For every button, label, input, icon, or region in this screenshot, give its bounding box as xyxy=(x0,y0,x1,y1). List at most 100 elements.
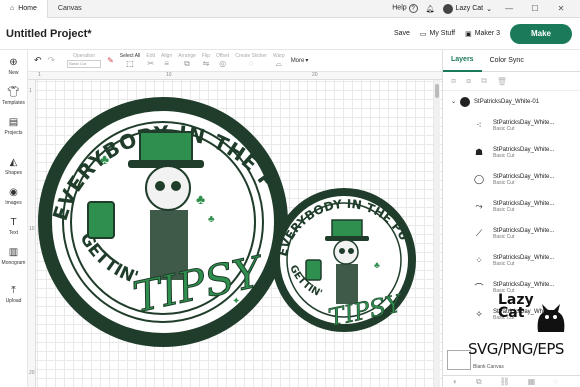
beer-mug xyxy=(87,201,115,239)
contour-icon[interactable]: ◌ xyxy=(553,377,558,386)
home-icon: ⌂ xyxy=(10,5,15,12)
help-icon: ? xyxy=(408,4,418,13)
canvas-scrollbar[interactable] xyxy=(434,80,440,387)
ungroup-icon[interactable]: ⧇ xyxy=(466,76,471,86)
list-item[interactable]: ⤳ StPatricksDay_White... Basic Cut xyxy=(443,193,580,220)
list-item[interactable]: ⁖ StPatricksDay_White... Basic Cut xyxy=(443,112,580,139)
sidebar-item-monogram[interactable]: ▥ Monogram xyxy=(2,247,26,267)
offset-button[interactable]: Offset ◎ xyxy=(216,53,229,68)
hat-shape xyxy=(139,131,193,163)
pen-icon[interactable]: ✎ xyxy=(107,56,114,65)
warp-button[interactable]: Warp ⌓ xyxy=(273,53,285,68)
offset-icon: ◎ xyxy=(219,59,227,68)
warp-icon: ⌓ xyxy=(275,59,282,68)
clover-icon: ♣ xyxy=(374,260,380,270)
plus-icon: ⊕ xyxy=(9,57,18,68)
delete-icon[interactable]: 🗑︎ xyxy=(497,77,507,86)
combine-icon[interactable]: ⧉ xyxy=(476,377,482,387)
watermark-brand: Lazy Cat xyxy=(498,292,534,321)
flatten-icon[interactable]: ▦ xyxy=(528,377,536,386)
duplicate-icon[interactable]: ⧉ xyxy=(481,76,487,86)
sidebar-item-images[interactable]: ◉ Images xyxy=(5,187,21,207)
list-item[interactable]: ⁘ StPatricksDay_White... Basic Cut xyxy=(443,247,580,274)
layer-group[interactable]: ⌄ StPatricksDay_White-01 xyxy=(443,90,580,112)
tab-home[interactable]: ⌂ Home xyxy=(0,0,48,18)
shapes-icon: ◭ xyxy=(9,157,18,168)
undo-icon[interactable]: ↶ xyxy=(34,55,42,66)
clover-icon: ♣ xyxy=(196,191,205,207)
sidebar-item-upload[interactable]: ⤒ Upload xyxy=(6,285,22,305)
sidebar-item-new[interactable]: ⊕ New xyxy=(8,57,18,77)
folder-icon: ▭ xyxy=(419,30,427,38)
skull-shape xyxy=(145,165,191,211)
more-button[interactable]: More ▾ xyxy=(291,57,309,65)
chevron-down-icon[interactable]: ⌄ xyxy=(451,98,456,105)
shirt-icon: 👕︎ xyxy=(7,87,20,98)
arrange-button[interactable]: Arrange ⧉ xyxy=(178,53,196,68)
sidebar-item-templates[interactable]: 👕︎ Templates xyxy=(2,87,25,107)
hat-thumbnail-icon: ☗ xyxy=(474,147,484,157)
clover-icon: ♣ xyxy=(208,214,215,225)
monogram-icon: ▥ xyxy=(8,247,19,258)
ruler-left: 1 10 20 xyxy=(28,80,36,387)
clover-icon: ♣ xyxy=(100,151,109,167)
my-stuff-button[interactable]: ▭ My Stuff xyxy=(420,30,455,38)
design-artwork[interactable]: EVERYBODY IN THE PUB GETTIN' ♣ ♣ ♣ TIPSY… xyxy=(28,72,442,387)
sticker-icon: ◌ xyxy=(248,59,254,68)
redo-icon[interactable]: ↷ xyxy=(48,55,56,66)
list-item[interactable]: ☗ StPatricksDay_White... Basic Cut xyxy=(443,139,580,166)
align-button[interactable]: Align ≡ xyxy=(161,53,172,68)
select-all-button[interactable]: Select All ⬚ xyxy=(120,53,141,68)
list-item[interactable]: ◯ StPatricksDay_White... Basic Cut xyxy=(443,166,580,193)
flip-button[interactable]: Flip ⇋ xyxy=(202,53,210,68)
images-icon: ◉ xyxy=(9,187,18,198)
list-item[interactable]: ⟋ StPatricksDay_White... Basic Cut xyxy=(443,220,580,247)
large-badge[interactable]: EVERYBODY IN THE PUB GETTIN' ♣ ♣ ♣ TIPSY… xyxy=(28,72,288,347)
maximize-icon[interactable]: ☐ xyxy=(526,4,544,13)
watermark-formats: SVG/PNG/EPS xyxy=(468,340,564,358)
bell-icon[interactable]: 🔔︎ xyxy=(426,5,435,13)
machine-icon: ▣ xyxy=(465,30,472,38)
left-sidebar: ⊕ New 👕︎ Templates ▤ Projects ◭ Shapes ◉ Imag… xyxy=(0,50,28,387)
flip-icon: ⇋ xyxy=(202,59,210,68)
minimize-icon[interactable]: — xyxy=(500,4,518,13)
make-button[interactable]: Make xyxy=(510,23,572,44)
group-icon[interactable]: ⧈ xyxy=(451,76,456,86)
machine-selector[interactable]: ▣ Maker 3 xyxy=(465,30,500,38)
sidebar-item-shapes[interactable]: ◭ Shapes xyxy=(5,157,22,177)
brand-watermark: Lazy Cat SVG/PNG/EPS xyxy=(462,288,574,368)
panel-bottom-toolbar: ◐ ⧉ ⛓︎ ▦ ◌ xyxy=(443,375,580,387)
text-thumbnail-icon: ⤳ xyxy=(475,201,483,211)
operation-select[interactable]: Basic Cut xyxy=(67,60,102,68)
dots-thumbnail-icon: ⁘ xyxy=(475,255,483,265)
sidebar-item-text[interactable]: T Text xyxy=(9,218,18,237)
avatar xyxy=(442,3,453,14)
help-link[interactable]: Help ? xyxy=(392,4,418,13)
project-title[interactable]: Untitled Project* xyxy=(0,28,92,40)
group-thumbnail xyxy=(460,96,471,107)
chevron-down-icon: ⌄ xyxy=(486,5,492,13)
tab-layers[interactable]: Layers xyxy=(443,50,482,72)
slice-icon[interactable]: ◐ xyxy=(453,377,458,386)
tab-canvas[interactable]: Canvas xyxy=(48,0,92,18)
cat-icon xyxy=(537,304,565,332)
dots-thumbnail-icon: ⁖ xyxy=(476,120,482,130)
upload-icon: ⤒ xyxy=(11,285,16,296)
attach-icon[interactable]: ⛓︎ xyxy=(500,377,510,386)
save-button[interactable]: Save xyxy=(394,30,410,37)
ruler-top: 1 10 20 xyxy=(28,72,442,80)
operation-control[interactable]: Operation Basic Cut xyxy=(67,53,102,68)
edit-button[interactable]: Edit ✂ xyxy=(146,53,155,68)
ring-thumbnail-icon: ◯ xyxy=(473,174,485,184)
project-header: Untitled Project* Save ▭ My Stuff ▣ Make… xyxy=(0,18,580,50)
projects-icon: ▤ xyxy=(8,117,19,128)
user-menu[interactable]: Lazy Cat ⌄ xyxy=(442,3,492,14)
scroll-thumb[interactable] xyxy=(435,84,439,98)
caret-down-icon: ▾ xyxy=(305,58,309,64)
create-sticker-button[interactable]: Create Sticker ◌ xyxy=(235,53,267,68)
sidebar-item-projects[interactable]: ▤ Projects xyxy=(4,117,22,137)
tab-color-sync[interactable]: Color Sync xyxy=(482,50,532,72)
close-icon[interactable]: ✕ xyxy=(552,4,570,13)
design-canvas[interactable]: EVERYBODY IN THE PUB GETTIN' ♣ ♣ ♣ TIPSY… xyxy=(28,72,442,387)
edit-toolbar: ↶ ↷ Operation Basic Cut ✎ Select All ⬚ Ed… xyxy=(28,50,442,72)
